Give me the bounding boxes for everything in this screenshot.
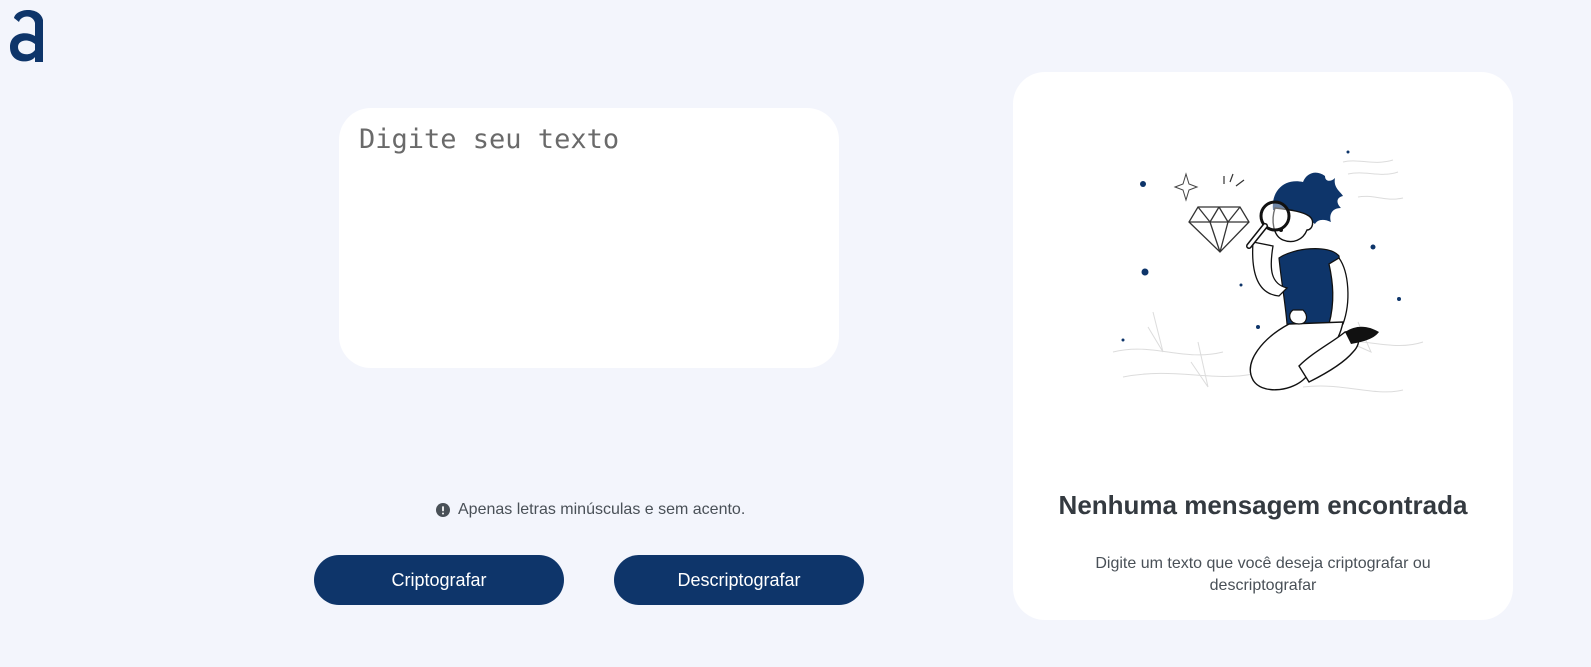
encrypt-button[interactable]: Criptografar bbox=[314, 555, 564, 605]
person-with-magnifying-glass-illustration bbox=[1112, 150, 1424, 393]
exclamation-circle-icon bbox=[436, 503, 450, 517]
text-input[interactable] bbox=[359, 124, 819, 352]
decrypt-button[interactable]: Descriptografar bbox=[614, 555, 864, 605]
text-input-card bbox=[339, 108, 839, 368]
output-card: Nenhuma mensagem encontrada Digite um te… bbox=[1013, 72, 1513, 620]
output-subtitle: Digite um texto que você deseja criptogr… bbox=[1095, 555, 1431, 594]
logo-icon bbox=[10, 10, 43, 62]
hint-text: Apenas letras minúsculas e sem acento. bbox=[458, 501, 746, 518]
input-hint: Apenas letras minúsculas e sem acento. bbox=[436, 501, 745, 519]
output-title: Nenhuma mensagem encontrada bbox=[1058, 490, 1468, 520]
